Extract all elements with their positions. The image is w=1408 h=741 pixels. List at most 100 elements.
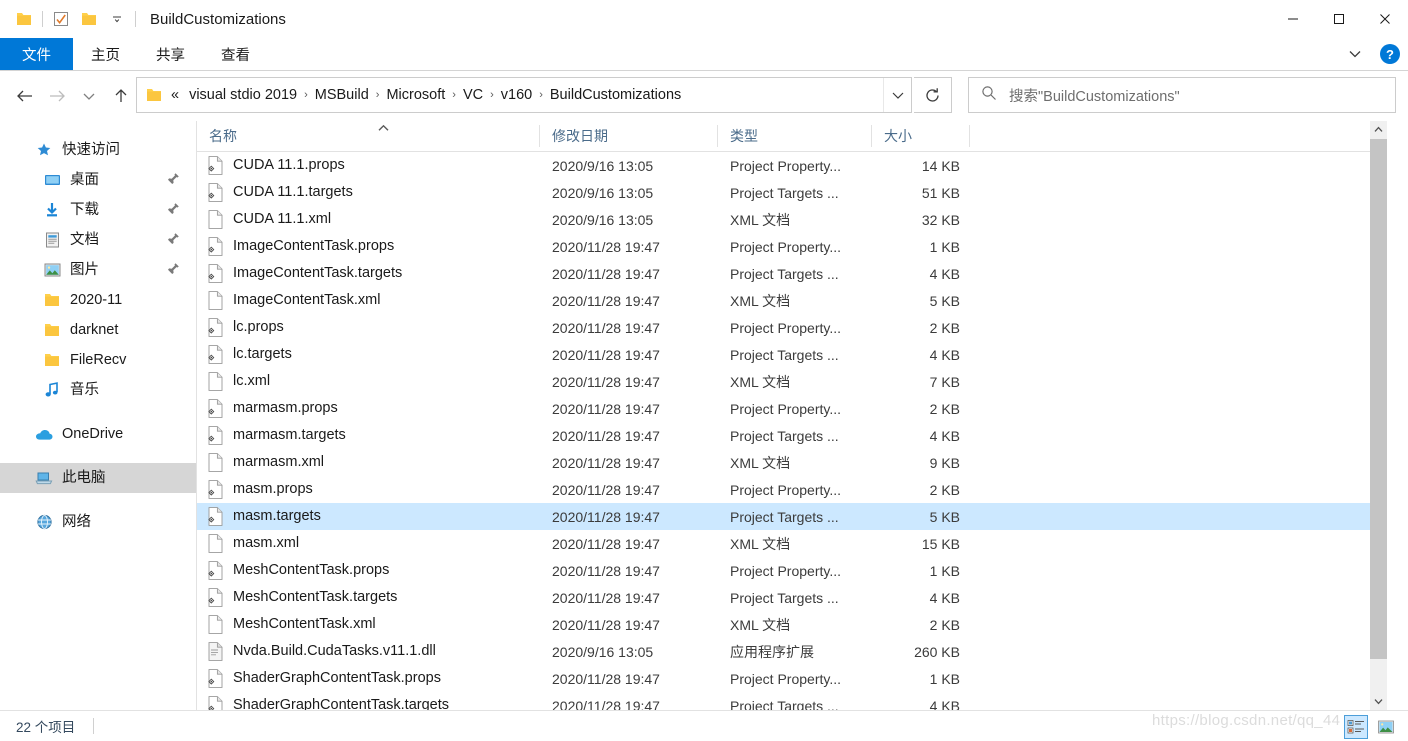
sidebar-item-documents[interactable]: 文档 bbox=[0, 225, 196, 255]
chevron-down-icon[interactable] bbox=[103, 5, 131, 33]
minimize-button[interactable] bbox=[1270, 0, 1316, 38]
breadcrumb-item-2[interactable]: Microsoft bbox=[381, 87, 450, 103]
sidebar-item-music[interactable]: 音乐 bbox=[0, 375, 196, 405]
file-type-cell: Project Targets ... bbox=[730, 346, 839, 363]
maximize-button[interactable] bbox=[1316, 0, 1362, 38]
sidebar-item-filerecv[interactable]: FileRecv bbox=[0, 345, 196, 375]
file-date-cell: 2020/9/16 13:05 bbox=[552, 157, 654, 174]
table-row[interactable]: ImageContentTask.xml 2020/11/28 19:47 XML … bbox=[197, 287, 1374, 314]
file-name-label: MeshContentTask.xml bbox=[233, 616, 376, 633]
table-row[interactable]: masm.xml 2020/11/28 19:47 XML 文档 15 KB bbox=[197, 530, 1374, 557]
table-row[interactable]: MeshContentTask.targets 2020/11/28 19:47 P… bbox=[197, 584, 1374, 611]
column-header-date[interactable]: 修改日期 bbox=[540, 121, 718, 151]
breadcrumb-separator[interactable]: › bbox=[488, 89, 496, 101]
sidebar-item-onedrive[interactable]: OneDrive bbox=[0, 419, 196, 449]
file-name-label: CUDA 11.1.targets bbox=[233, 184, 353, 201]
sidebar-item-network[interactable]: 网络 bbox=[0, 507, 196, 537]
sidebar-item-pictures[interactable]: 图片 bbox=[0, 255, 196, 285]
recent-locations-button[interactable] bbox=[74, 81, 104, 111]
column-header-name[interactable]: 名称 bbox=[197, 121, 540, 151]
table-row[interactable]: lc.props 2020/11/28 19:47 Project Property… bbox=[197, 314, 1374, 341]
file-size-cell: 14 KB bbox=[921, 157, 960, 174]
large-icons-view-button[interactable] bbox=[1374, 715, 1398, 739]
window-controls bbox=[1270, 0, 1408, 38]
file-size-cell: 4 KB bbox=[929, 265, 960, 282]
table-row[interactable]: CUDA 11.1.props 2020/9/16 13:05 Project Pr… bbox=[197, 152, 1374, 179]
column-header-size[interactable]: 大小 bbox=[872, 121, 970, 151]
table-row[interactable]: ImageContentTask.props 2020/11/28 19:47 Pr… bbox=[197, 233, 1374, 260]
tab-view[interactable]: 查看 bbox=[203, 38, 268, 70]
file-type-cell: XML 文档 bbox=[730, 535, 791, 552]
file-name-cell: lc.targets bbox=[197, 345, 540, 364]
table-row[interactable]: marmasm.props 2020/11/28 19:47 Project Pro… bbox=[197, 395, 1374, 422]
sidebar-item-desktop[interactable]: 桌面 bbox=[0, 165, 196, 195]
help-icon[interactable]: ? bbox=[1380, 44, 1400, 64]
tab-share[interactable]: 共享 bbox=[138, 38, 203, 70]
table-row[interactable]: MeshContentTask.xml 2020/11/28 19:47 XML 文… bbox=[197, 611, 1374, 638]
address-bar[interactable]: « visual stdio 2019 › MSBuild › Microsof… bbox=[136, 77, 912, 113]
forward-button[interactable] bbox=[42, 81, 72, 111]
breadcrumb-item-5[interactable]: BuildCustomizations bbox=[545, 87, 686, 103]
breadcrumb-item-3[interactable]: VC bbox=[458, 87, 488, 103]
table-row[interactable]: masm.targets 2020/11/28 19:47 Project Targ… bbox=[197, 503, 1374, 530]
tab-file[interactable]: 文件 bbox=[0, 38, 73, 70]
breadcrumb-overflow[interactable]: « bbox=[166, 87, 184, 103]
vertical-scrollbar[interactable] bbox=[1370, 121, 1387, 710]
table-row[interactable]: lc.targets 2020/11/28 19:47 Project Target… bbox=[197, 341, 1374, 368]
chevron-down-icon[interactable] bbox=[1344, 43, 1366, 65]
file-size-cell: 1 KB bbox=[929, 670, 960, 687]
close-button[interactable] bbox=[1362, 0, 1408, 38]
table-row[interactable]: ImageContentTask.targets 2020/11/28 19:47… bbox=[197, 260, 1374, 287]
scroll-up-icon[interactable] bbox=[1370, 121, 1387, 138]
pin-icon[interactable] bbox=[166, 202, 180, 216]
table-row[interactable]: ShaderGraphContentTask.props 2020/11/28 1… bbox=[197, 665, 1374, 692]
breadcrumb-item-0[interactable]: visual stdio 2019 bbox=[184, 87, 302, 103]
table-row[interactable]: masm.props 2020/11/28 19:47 Project Proper… bbox=[197, 476, 1374, 503]
column-header-type[interactable]: 类型 bbox=[718, 121, 872, 151]
sidebar-item-downloads[interactable]: 下载 bbox=[0, 195, 196, 225]
dll-file-icon bbox=[207, 642, 224, 661]
table-row[interactable]: lc.xml 2020/11/28 19:47 XML 文档 7 KB bbox=[197, 368, 1374, 395]
table-row[interactable]: MeshContentTask.props 2020/11/28 19:47 Pro… bbox=[197, 557, 1374, 584]
pin-icon[interactable] bbox=[166, 262, 180, 276]
breadcrumb-item-1[interactable]: MSBuild bbox=[310, 87, 374, 103]
up-button[interactable] bbox=[106, 81, 136, 111]
pin-icon[interactable] bbox=[166, 232, 180, 246]
pin-icon[interactable] bbox=[166, 172, 180, 186]
scrollbar-thumb[interactable] bbox=[1370, 139, 1387, 659]
search-box[interactable]: 搜索"BuildCustomizations" bbox=[968, 77, 1396, 113]
properties-checkbox-icon[interactable] bbox=[47, 5, 75, 33]
chevron-down-icon[interactable] bbox=[883, 78, 911, 112]
breadcrumb-separator[interactable]: › bbox=[537, 89, 545, 101]
table-row[interactable]: ShaderGraphContentTask.targets 2020/11/28… bbox=[197, 692, 1374, 710]
props-file-icon bbox=[207, 399, 224, 418]
breadcrumb-separator[interactable]: › bbox=[374, 89, 382, 101]
file-name-label: ImageContentTask.props bbox=[233, 238, 395, 255]
sidebar-item-darknet[interactable]: darknet bbox=[0, 315, 196, 345]
refresh-button[interactable] bbox=[914, 77, 952, 113]
file-name-label: masm.props bbox=[233, 481, 313, 498]
scroll-down-icon[interactable] bbox=[1370, 693, 1387, 710]
search-icon bbox=[981, 85, 997, 106]
table-row[interactable]: CUDA 11.1.xml 2020/9/16 13:05 XML 文档 32 KB bbox=[197, 206, 1374, 233]
sidebar-item-2020-11[interactable]: 2020-11 bbox=[0, 285, 196, 315]
breadcrumb-item-4[interactable]: v160 bbox=[496, 87, 537, 103]
sidebar-item-this-pc[interactable]: 此电脑 bbox=[0, 463, 196, 493]
details-view-button[interactable] bbox=[1344, 715, 1368, 739]
table-row[interactable]: marmasm.xml 2020/11/28 19:47 XML 文档 9 KB bbox=[197, 449, 1374, 476]
breadcrumb-separator[interactable]: › bbox=[450, 89, 458, 101]
props-file-icon bbox=[207, 507, 224, 526]
file-name-label: CUDA 11.1.xml bbox=[233, 211, 332, 228]
table-row[interactable]: Nvda.Build.CudaTasks.v11.1.dll 2020/9/16 … bbox=[197, 638, 1374, 665]
breadcrumb-separator[interactable]: › bbox=[302, 89, 310, 101]
table-row[interactable]: CUDA 11.1.targets 2020/9/16 13:05 Project … bbox=[197, 179, 1374, 206]
tab-home[interactable]: 主页 bbox=[73, 38, 138, 70]
folder-icon[interactable] bbox=[10, 5, 38, 33]
download-icon bbox=[42, 201, 62, 219]
sidebar-item-quick-access[interactable]: 快速访问 bbox=[0, 135, 196, 165]
new-folder-icon[interactable] bbox=[75, 5, 103, 33]
back-button[interactable] bbox=[10, 81, 40, 111]
sidebar-item-label: 网络 bbox=[62, 513, 91, 530]
table-row[interactable]: marmasm.targets 2020/11/28 19:47 Project T… bbox=[197, 422, 1374, 449]
search-input[interactable]: 搜索"BuildCustomizations" bbox=[1009, 85, 1180, 106]
